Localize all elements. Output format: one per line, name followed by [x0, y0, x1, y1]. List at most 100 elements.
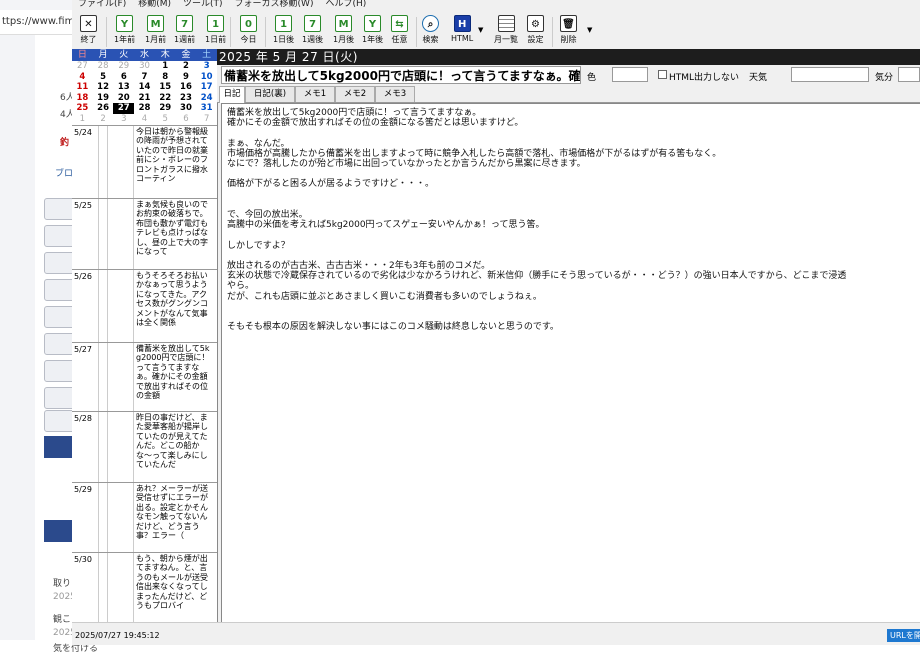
today-button[interactable]: 0 今日: [240, 15, 257, 45]
calendar-day[interactable]: 24: [196, 93, 217, 104]
arbitrary-date-button[interactable]: ⇆ 任意: [391, 15, 408, 45]
divider: [265, 17, 266, 47]
calendar-day[interactable]: 21: [134, 93, 155, 104]
calendar-day[interactable]: 19: [93, 93, 114, 104]
bg-text: 取り: [53, 579, 72, 589]
calendar-day[interactable]: 18: [72, 93, 93, 104]
calendar-day[interactable]: 8: [155, 72, 176, 83]
menu-file[interactable]: ファイル(F): [72, 0, 132, 11]
weather-field[interactable]: [791, 67, 869, 82]
html-label: HTML: [451, 34, 474, 43]
calendar-day[interactable]: 4: [72, 72, 93, 83]
title-row: 備蓄米を放出して5kg2000円で店頭に！って言うてますなぁ。確かにその金額で …: [217, 65, 920, 85]
title-field[interactable]: 備蓄米を放出して5kg2000円で店頭に！って言うてますなぁ。確かにその金額で: [221, 66, 581, 84]
menu-move[interactable]: 移動(M): [132, 0, 177, 11]
calendar-day[interactable]: 7: [196, 114, 217, 125]
tab-memo3[interactable]: メモ3: [375, 86, 415, 102]
calendar-day[interactable]: 9: [176, 72, 197, 83]
calendar-day[interactable]: 6: [113, 72, 134, 83]
calendar-day[interactable]: 20: [113, 93, 134, 104]
html-button[interactable]: H HTML: [451, 15, 473, 43]
tab-memo2[interactable]: メモ2: [335, 86, 375, 102]
column-divider: [98, 412, 99, 483]
calendar-day[interactable]: 7: [134, 72, 155, 83]
next-month-button[interactable]: M 1月後: [333, 15, 354, 45]
calendar-day[interactable]: 27: [113, 103, 135, 114]
column-divider: [107, 199, 108, 270]
settings-button[interactable]: ⚙ 設定: [527, 15, 544, 45]
calendar-day[interactable]: 1: [155, 61, 176, 72]
body-line: なにで？落札したのが殆ど市場に出回っていなかったとか言うんだから黒案に尽きます。: [227, 159, 586, 169]
calendar-day[interactable]: 29: [155, 103, 176, 114]
prev-year-button[interactable]: Y 1年前: [114, 15, 135, 45]
calendar-day[interactable]: 29: [113, 61, 134, 72]
calendar-day[interactable]: 4: [134, 114, 155, 125]
calendar-day[interactable]: 10: [196, 72, 217, 83]
diary-list-item[interactable]: 5/29 あれ？メーラーが送受信せずにエラーが出る。設定とかそんなモン触ってないん…: [72, 482, 217, 553]
mood-field[interactable]: [898, 67, 920, 82]
menu-help[interactable]: ヘルプ(H): [319, 0, 372, 11]
next-week-icon: 7: [304, 15, 322, 32]
calendar-day[interactable]: 2: [176, 61, 197, 72]
menu-focus[interactable]: フォーカス移動(W): [229, 0, 320, 11]
calendar-day[interactable]: 12: [93, 82, 114, 93]
open-url-button[interactable]: URLを開く: [887, 629, 920, 642]
calendar-day[interactable]: 16: [176, 82, 197, 93]
prev-week-button[interactable]: 7 1週前: [174, 15, 195, 45]
calendar-day[interactable]: 28: [134, 103, 155, 114]
diary-list-item[interactable]: 5/30 もう、朝から煙が出てますねん。と、言うのもメールが送受信出来なくなってし…: [72, 552, 217, 622]
delete-button[interactable]: 🗑 削除: [560, 15, 577, 45]
diary-list-item[interactable]: 5/28 昨日の事だけど、また愛華客船が揚岸していたのが見えてたんだ。どこの船かな…: [72, 411, 217, 483]
next-year-button[interactable]: Y 1年後: [362, 15, 383, 45]
calendar-day[interactable]: 23: [176, 93, 197, 104]
calendar-day[interactable]: 13: [113, 82, 134, 93]
calendar-day[interactable]: 14: [134, 82, 155, 93]
calendar-day[interactable]: 5: [93, 72, 114, 83]
next-week-label: 1週後: [302, 35, 324, 44]
calendar-day[interactable]: 30: [134, 61, 155, 72]
browser-url-bar[interactable]: ttps://www.fimos: [0, 10, 74, 35]
calendar-day[interactable]: 17: [196, 82, 217, 93]
diary-body-editor[interactable]: 備蓄米を放出して5kg2000円で店頭に！って言うてますなぁ。 確かにその金額で放…: [221, 103, 920, 623]
weekday-label: 土: [202, 50, 212, 60]
divider: [552, 17, 553, 47]
calendar-day[interactable]: 25: [72, 103, 93, 114]
calendar-day[interactable]: 26: [93, 103, 114, 114]
calendar-day[interactable]: 31: [196, 103, 217, 114]
diary-list-item[interactable]: 5/25 まぁ気候も良いのでお約束の破落ちで。布団も敷かず電灯もテレビも点けっぱな…: [72, 198, 217, 270]
calendar-day[interactable]: 3: [113, 114, 134, 125]
calendar-day[interactable]: 27: [72, 61, 93, 72]
calendar-day[interactable]: 5: [155, 114, 176, 125]
calendar-day[interactable]: 2: [93, 114, 114, 125]
next-week-button[interactable]: 7 1週後: [302, 15, 323, 45]
column-divider: [107, 126, 108, 199]
calendar-day[interactable]: 22: [155, 93, 176, 104]
menu-tools[interactable]: ツール(T): [177, 0, 229, 11]
month-list-button[interactable]: 月一覧: [494, 15, 518, 45]
settings-label: 設定: [527, 35, 544, 44]
diary-list-item[interactable]: 5/24 今日は朝から警報級の降雨が予想されていたので昨日の就業前にシ・ボレーのフ…: [72, 125, 217, 199]
calendar-day[interactable]: 28: [93, 61, 114, 72]
diary-body-text: 備蓄米を放出して5kg2000円で店頭に！って言うてますなぁ。 確かにその金額で放…: [227, 108, 920, 332]
html-output-checkbox[interactable]: [658, 70, 667, 79]
tab-diary[interactable]: 日記: [219, 86, 245, 103]
calendar-day[interactable]: 30: [176, 103, 197, 114]
next-day-button[interactable]: 1 1日後: [273, 15, 294, 45]
html-dropdown-arrow[interactable]: ▼: [478, 26, 483, 34]
calendar-day[interactable]: 11: [72, 82, 93, 93]
calendar-day[interactable]: 1: [72, 114, 93, 125]
diary-list-item[interactable]: 5/27 備蓄米を放出して5kg2000円で店頭に！って言うてますなぁ。確かにその…: [72, 342, 217, 412]
search-button[interactable]: ⌕ 検索: [422, 15, 439, 45]
calendar-day[interactable]: 15: [155, 82, 176, 93]
calendar-day[interactable]: 3: [196, 61, 217, 72]
delete-dropdown-arrow[interactable]: ▼: [587, 26, 592, 34]
tab-memo1[interactable]: メモ1: [295, 86, 335, 102]
color-picker[interactable]: [612, 67, 648, 82]
prev-day-button[interactable]: 1 1日前: [205, 15, 226, 45]
tab-diary-back[interactable]: 日記(裏): [245, 86, 295, 102]
calendar-day[interactable]: 6: [176, 114, 197, 125]
column-divider: [133, 553, 134, 622]
diary-list-item[interactable]: 5/26 もうそろそろお払いかなぁって思うようになってきた。アクセス数がグングンコ…: [72, 269, 217, 343]
exit-button[interactable]: ✕ 終了: [80, 15, 97, 45]
prev-month-button[interactable]: M 1月前: [145, 15, 166, 45]
